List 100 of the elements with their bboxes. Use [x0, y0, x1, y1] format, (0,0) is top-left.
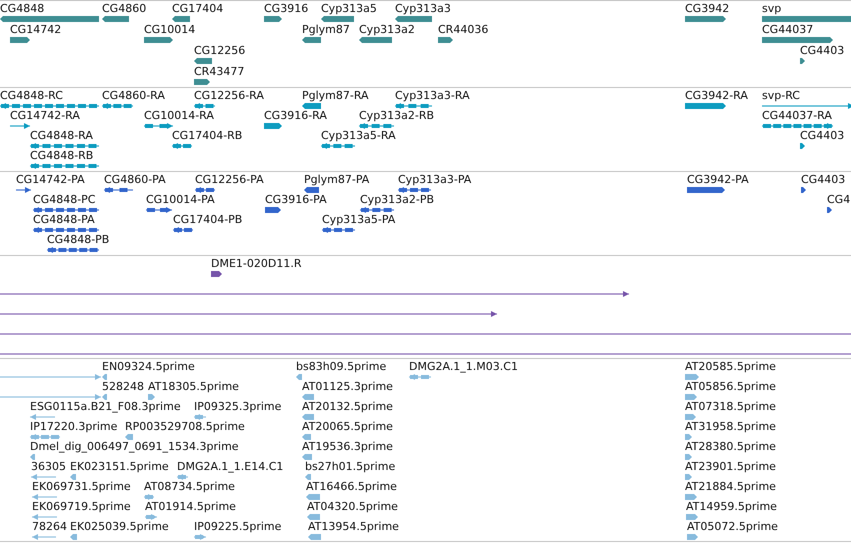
feature-label: Cyp313a3: [395, 3, 451, 15]
feature-label: CG12256: [194, 45, 246, 57]
feature-bar[interactable]: [395, 16, 432, 22]
feature-label: CG4403: [801, 174, 846, 186]
feature-arrow[interactable]: [33, 227, 99, 233]
feature-label: AT16466.5prime: [306, 481, 397, 493]
feature-label: ESG0115a.B21_F08.3prime: [30, 401, 181, 413]
feature-label: CG3942-RA: [685, 90, 748, 102]
feature-label: Cyp313a3-PA: [398, 174, 472, 186]
feature-bar[interactable]: [302, 37, 321, 43]
feature-bar[interactable]: [687, 187, 725, 193]
feature-bar[interactable]: [102, 16, 129, 22]
feature-label: CG12256-PA: [195, 174, 264, 186]
feature-label: Cyp313a5-RA: [321, 130, 396, 142]
feature-label: AT20132.5prime: [302, 401, 393, 413]
feature-bar[interactable]: [211, 271, 222, 277]
feature-bar[interactable]: [304, 187, 319, 193]
feature-label: CG4860: [102, 3, 146, 15]
feature-arrow[interactable]: [322, 227, 355, 233]
feature-label: Cyp313a2: [359, 24, 415, 36]
feature-bar[interactable]: [264, 123, 282, 129]
feature-bar[interactable]: [685, 16, 726, 22]
feature-arrow[interactable]: [173, 227, 193, 233]
feature-bar[interactable]: [438, 37, 453, 43]
feature-arrow[interactable]: [47, 247, 99, 253]
feature-bar[interactable]: [302, 103, 321, 109]
feature-label: DME1-020D11.R: [211, 258, 302, 270]
feature-label: AT21884.5prime: [685, 481, 776, 493]
feature-label: EK025039.5prime: [70, 521, 169, 533]
feature-label: 528248: [102, 381, 144, 393]
feature-label: EK023151.5prime: [70, 461, 169, 473]
feature-arrow[interactable]: [104, 187, 133, 193]
feature-arrow[interactable]: [395, 103, 432, 109]
feature-label: Cyp313a5-PA: [322, 214, 396, 226]
feature-bar[interactable]: [359, 37, 392, 43]
feature-label: AT18305.5prime: [148, 381, 239, 393]
feature-arrow[interactable]: [0, 103, 99, 109]
feature-bar[interactable]: [264, 16, 282, 22]
feature-arrow[interactable]: [398, 187, 431, 193]
feature-bar[interactable]: [172, 16, 190, 22]
feature-bar[interactable]: [144, 37, 173, 43]
feature-label: Cyp313a5: [321, 3, 377, 15]
feature-arrow[interactable]: [30, 143, 99, 149]
feature-arrow[interactable]: [16, 187, 31, 193]
feature-label: RP003529708.5prime: [125, 421, 245, 433]
feature-bar[interactable]: [827, 207, 832, 213]
feature-label: AT20065.5prime: [302, 421, 393, 433]
feature-label: CG17404-RB: [172, 130, 242, 142]
feature-label: AT08734.5prime: [144, 481, 235, 493]
feature-arrow[interactable]: [360, 207, 394, 213]
feature-arrow[interactable]: [30, 163, 99, 169]
feature-arrow[interactable]: [144, 123, 173, 129]
feature-arrow[interactable]: [172, 143, 192, 149]
feature-label: EK069719.5prime: [32, 501, 131, 513]
feature-label: CG4860-RA: [102, 90, 165, 102]
feature-label: Cyp313a2-PB: [360, 194, 434, 206]
feature-bar[interactable]: [800, 58, 805, 64]
feature-bar[interactable]: [800, 143, 805, 149]
feature-label: Pglym87: [302, 24, 350, 36]
feature-label: CG17404-PB: [173, 214, 242, 226]
feature-label: CG3942-PA: [687, 174, 749, 186]
feature-label: CG3942: [685, 3, 730, 15]
feature-label: CG4848-RB: [30, 150, 94, 162]
feature-label: AT04320.5prime: [307, 501, 398, 513]
feature-arrow[interactable]: [10, 123, 30, 129]
feature-label: IP09325.3prime: [194, 401, 282, 413]
feature-arrow[interactable]: [146, 207, 172, 213]
feature-arrow[interactable]: [0, 311, 497, 317]
feature-arrow[interactable]: [359, 123, 394, 129]
feature-label: AT05856.5prime: [685, 381, 776, 393]
feature-arrow[interactable]: [321, 143, 355, 149]
feature-label: Dmel_dig_006497_0691_1534.3prime: [30, 441, 239, 453]
feature-bar[interactable]: [10, 37, 30, 43]
feature-label: AT01125.3prime: [302, 381, 393, 393]
feature-label: CG14742-RA: [10, 110, 80, 122]
feature-arrow[interactable]: [762, 103, 851, 109]
feature-arrow[interactable]: [762, 123, 833, 129]
feature-arrow[interactable]: [102, 103, 133, 109]
feature-label: EN09324.5prime: [102, 361, 195, 373]
feature-label: CG14742-PA: [16, 174, 85, 186]
feature-bar[interactable]: [321, 16, 354, 22]
feature-arrow[interactable]: [194, 103, 215, 109]
feature-arrow[interactable]: [0, 291, 629, 297]
feature-bar[interactable]: [265, 207, 281, 213]
feature-arrow[interactable]: [33, 207, 99, 213]
feature-label: CG3916-RA: [264, 110, 327, 122]
feature-label: IP17220.3prime: [30, 421, 118, 433]
feature-label: AT31958.5prime: [685, 421, 776, 433]
feature-label: DMG2A.1_1.M03.C1: [409, 361, 518, 373]
feature-label: CG10014-RA: [144, 110, 214, 122]
feature-label: AT23901.5prime: [685, 461, 776, 473]
feature-label: CG44037: [762, 24, 814, 36]
feature-label: IP09225.5prime: [194, 521, 282, 533]
feature-label: AT19536.3prime: [302, 441, 393, 453]
feature-bar[interactable]: [685, 103, 726, 109]
feature-label: CG4848-RC: [0, 90, 63, 102]
feature-bar[interactable]: [194, 79, 210, 85]
feature-bar[interactable]: [801, 187, 806, 193]
feature-bar[interactable]: [194, 58, 212, 64]
feature-arrow[interactable]: [195, 187, 215, 193]
